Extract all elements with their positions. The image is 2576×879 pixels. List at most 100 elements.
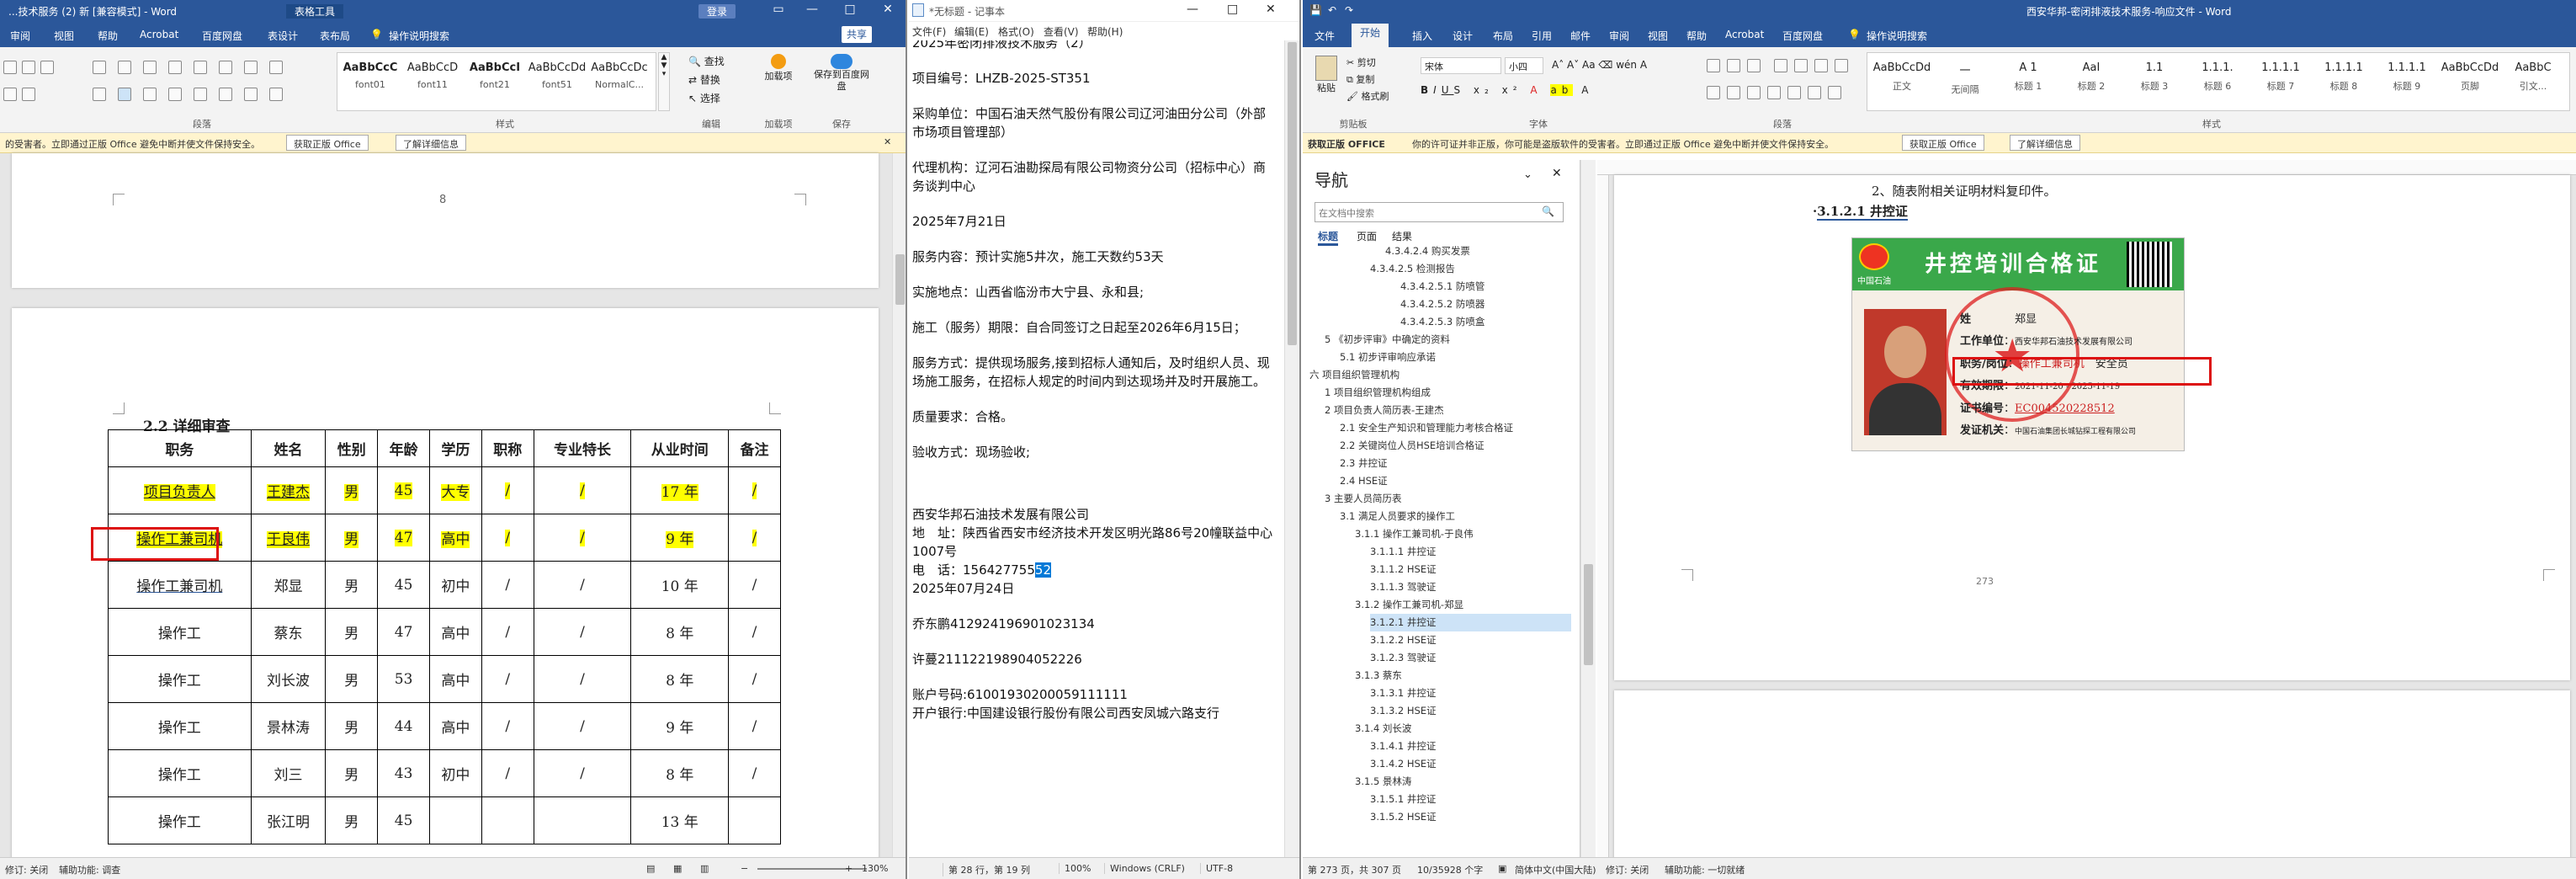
tab-design[interactable]: 设计 bbox=[1453, 29, 1473, 43]
nav-options-icon[interactable]: ⌄ bbox=[1523, 168, 1532, 181]
table-cell[interactable]: 操作工 bbox=[108, 749, 252, 797]
column-header[interactable]: 性别 bbox=[325, 429, 379, 467]
table-cell[interactable]: 43 bbox=[377, 749, 431, 797]
tab-home[interactable]: 开始 bbox=[1352, 24, 1389, 47]
style-font01[interactable]: AaBbCcC font01 bbox=[339, 61, 401, 90]
chinese-layout-icon[interactable] bbox=[219, 61, 232, 74]
nav-heading-item[interactable]: 2.1 安全生产知识和管理能力考核合格证 bbox=[1340, 419, 1571, 437]
style-item[interactable]: A 1 标题 1 bbox=[1997, 61, 2059, 93]
nav-heading-item[interactable]: 5.1 初步评审响应承诺 bbox=[1340, 349, 1571, 366]
menu-edit[interactable]: 编辑(E) bbox=[954, 24, 989, 39]
nav-heading-item[interactable]: 4.3.4.2.5 检测报告 bbox=[1370, 260, 1571, 278]
multilevel-list-icon[interactable] bbox=[1747, 59, 1761, 72]
style-font11[interactable]: AaBbCcD font11 bbox=[401, 61, 464, 90]
nav-heading-item[interactable]: 3.1.5.1 井控证 bbox=[1370, 791, 1571, 808]
track-changes-status[interactable]: 修订: 关闭 bbox=[5, 863, 48, 876]
tab-help[interactable]: 帮助 bbox=[1686, 29, 1707, 43]
align-right-icon[interactable] bbox=[1747, 86, 1761, 99]
zoom-out-icon[interactable]: − bbox=[741, 863, 748, 874]
table-cell[interactable]: / bbox=[728, 702, 781, 750]
tab-baidu[interactable]: 百度网盘 bbox=[202, 29, 242, 43]
table-cell[interactable]: 45 bbox=[377, 466, 431, 514]
table-cell[interactable]: 10 年 bbox=[630, 561, 730, 609]
nav-heading-item[interactable]: 3.1.5.2 HSE证 bbox=[1370, 808, 1571, 826]
table-cell[interactable]: 高中 bbox=[429, 608, 482, 656]
column-header[interactable]: 学历 bbox=[429, 429, 482, 467]
table-cell[interactable]: / bbox=[533, 561, 632, 609]
column-header[interactable]: 职称 bbox=[481, 429, 534, 467]
tell-me-search[interactable]: 操作说明搜索 bbox=[1867, 29, 1927, 43]
distribute-icon[interactable] bbox=[1787, 86, 1801, 99]
style-font21[interactable]: AaBbCcI font21 bbox=[464, 61, 526, 90]
table-cell[interactable]: 男 bbox=[325, 655, 379, 703]
paste-button[interactable]: 粘贴 bbox=[1311, 56, 1341, 94]
line-spacing-icon[interactable] bbox=[1808, 86, 1821, 99]
get-office-button[interactable]: 获取正版 Office bbox=[286, 135, 369, 151]
bullets-icon[interactable] bbox=[1707, 59, 1720, 72]
styles-scroll-icon[interactable]: ▲ ▼ ▾ bbox=[658, 52, 670, 111]
sort-icon[interactable] bbox=[1814, 59, 1828, 72]
table-cell[interactable]: 初中 bbox=[429, 749, 482, 797]
numbering-icon[interactable] bbox=[118, 61, 131, 74]
tab-acrobat[interactable]: Acrobat bbox=[1725, 29, 1764, 40]
nav-tab-pages[interactable]: 页面 bbox=[1357, 229, 1377, 243]
tab-layout[interactable]: 布局 bbox=[1493, 29, 1513, 43]
numbering-icon[interactable] bbox=[1727, 59, 1740, 72]
table-cell[interactable]: 操作工 bbox=[108, 655, 252, 703]
style-item[interactable]: AaBbCcDd 正文 bbox=[1871, 61, 1933, 93]
style-item[interactable]: AaBbC 引文... bbox=[2502, 61, 2564, 93]
menu-view[interactable]: 查看(V) bbox=[1044, 24, 1079, 39]
nav-heading-item[interactable]: 4.3.4.2.5.1 防喷管 bbox=[1400, 278, 1571, 296]
nav-heading-item[interactable]: 4.3.4.2.4 购买发票 bbox=[1385, 242, 1571, 260]
notepad-text-area[interactable]: 2025年密闭排液技术服务（2） 项目编号：LHZB-2025-ST351 采购… bbox=[909, 40, 1299, 857]
column-header[interactable]: 备注 bbox=[728, 429, 781, 467]
increase-indent-icon[interactable] bbox=[194, 61, 207, 74]
vertical-scrollbar[interactable] bbox=[1284, 40, 1299, 857]
nav-heading-item[interactable]: 3.1.3.2 HSE证 bbox=[1370, 702, 1571, 720]
nav-heading-item[interactable]: 1 项目组织管理机构组成 bbox=[1325, 384, 1571, 402]
nav-heading-item[interactable]: 3.1.3 蔡东 bbox=[1355, 667, 1571, 685]
nav-heading-item[interactable]: 3.1.1 操作工兼司机-于良伟 bbox=[1355, 525, 1571, 543]
align-center-icon[interactable] bbox=[1727, 86, 1740, 99]
table-cell[interactable]: 13 年 bbox=[630, 796, 730, 844]
column-header[interactable]: 姓名 bbox=[250, 429, 327, 467]
tab-table-layout[interactable]: 表布局 bbox=[320, 29, 350, 43]
table-cell[interactable]: 刘三 bbox=[250, 749, 327, 797]
table-cell[interactable]: / bbox=[728, 514, 781, 562]
table-cell[interactable]: 8 年 bbox=[630, 655, 730, 703]
minimize-icon[interactable]: — bbox=[1187, 3, 1198, 16]
line-spacing-icon[interactable] bbox=[219, 88, 232, 101]
close-notice-icon[interactable]: ✕ bbox=[884, 136, 891, 147]
font-format-icons[interactable]: BIUS x₂ x² A ab A bbox=[1421, 84, 1593, 96]
nav-heading-item[interactable]: 3.1.1.1 井控证 bbox=[1370, 543, 1571, 561]
close-icon[interactable]: ✕ bbox=[871, 3, 905, 16]
table-cell[interactable]: 53 bbox=[377, 655, 431, 703]
table-cell[interactable] bbox=[481, 796, 534, 844]
find-button[interactable]: 🔍 查找 bbox=[688, 54, 725, 68]
decrease-indent-icon[interactable] bbox=[168, 61, 182, 74]
read-mode-icon[interactable]: ▤ bbox=[646, 863, 655, 874]
table-cell[interactable]: / bbox=[481, 749, 534, 797]
font-size-select[interactable]: 小四 bbox=[1505, 57, 1543, 74]
table-cell[interactable]: 项目负责人 bbox=[108, 466, 252, 514]
learn-more-button[interactable]: 了解详细信息 bbox=[2010, 135, 2080, 151]
proofing-icon[interactable]: ▣ bbox=[1498, 863, 1506, 874]
table-cell[interactable]: 张江明 bbox=[250, 796, 327, 844]
minimize-icon[interactable]: — bbox=[795, 3, 829, 16]
maximize-icon[interactable]: □ bbox=[1227, 3, 1238, 16]
table-cell[interactable]: 8 年 bbox=[630, 608, 730, 656]
table-cell[interactable]: 蔡东 bbox=[250, 608, 327, 656]
menu-format[interactable]: 格式(O) bbox=[998, 24, 1034, 39]
table-cell[interactable]: / bbox=[728, 608, 781, 656]
table-cell[interactable]: 操作工兼司机 bbox=[108, 561, 252, 609]
nav-heading-item[interactable]: 5 《初步评审》中确定的资料 bbox=[1325, 331, 1571, 349]
replace-button[interactable]: ⇄ 替换 bbox=[688, 72, 720, 87]
select-button[interactable]: ↖ 选择 bbox=[688, 91, 720, 105]
undo-icon[interactable]: ↶ bbox=[1328, 4, 1336, 16]
menu-help[interactable]: 帮助(H) bbox=[1087, 24, 1123, 39]
decrease-indent-icon[interactable] bbox=[1774, 59, 1787, 72]
tab-view[interactable]: 视图 bbox=[1648, 29, 1668, 43]
cut-button[interactable]: ✂ 剪切 bbox=[1346, 56, 1376, 69]
bullets-icon[interactable] bbox=[93, 61, 106, 74]
table-cell[interactable]: 景林涛 bbox=[250, 702, 327, 750]
